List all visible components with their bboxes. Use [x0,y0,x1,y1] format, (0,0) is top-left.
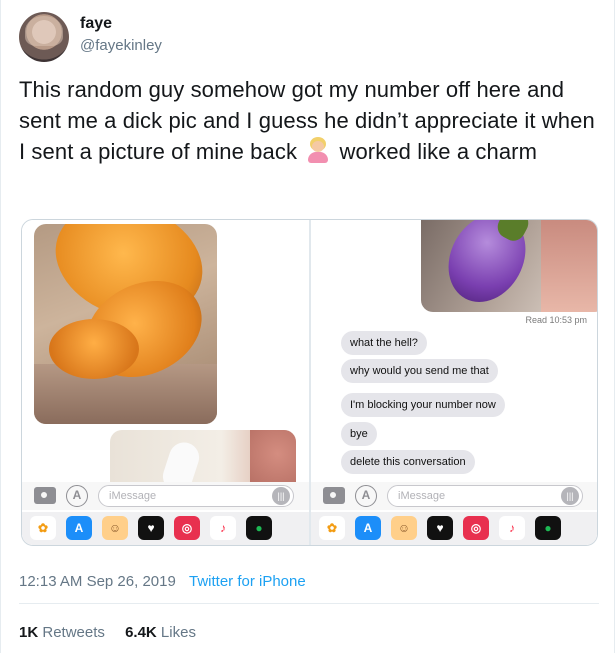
appstore-app-icon: A [355,516,381,540]
tweet-stats: 1K Retweets 6.4K Likes [19,624,196,641]
tweet-meta: 12:13 AM Sep 26, 2019 Twitter for iPhone [19,573,306,590]
screenshot-left: A iMessage ||| ✿ A ☺ ♥ ◎ ♪ ● [22,220,310,545]
read-receipt: Read 10:53 pm [525,315,587,325]
message-bubble: delete this conversation [341,450,475,474]
eggplant-photo [421,220,597,312]
tweet-date[interactable]: Sep 26, 2019 [87,573,176,590]
croissant-photo [34,224,217,424]
photos-app-icon: ✿ [30,516,56,540]
camera-icon [323,487,345,504]
memoji-app-icon: ☺ [102,516,128,540]
spotify-app-icon: ● [246,516,272,540]
retweets-stat[interactable]: 1K Retweets [19,624,105,641]
camera-icon [34,487,56,504]
likes-label: Likes [160,624,196,641]
app-store-icon: A [355,485,377,507]
memoji-app-icon: ☺ [391,516,417,540]
music-app-icon: ♪ [499,516,525,540]
tweet-source[interactable]: Twitter for iPhone [189,573,306,590]
user-handle[interactable]: @fayekinley [80,37,162,54]
appstore-app-icon: A [66,516,92,540]
imessage-field: iMessage [98,485,294,507]
message-bubble: bye [341,422,377,446]
tweet-card: faye @fayekinley This random guy somehow… [0,0,615,653]
message-bubble: why would you send me that [341,359,498,383]
audio-icon: ||| [561,487,579,505]
retweets-count: 1K [19,624,39,641]
digital-touch-icon: ♥ [138,516,164,540]
digital-touch-icon: ♥ [427,516,453,540]
search-images-icon: ◎ [174,516,200,540]
music-app-icon: ♪ [210,516,236,540]
audio-icon: ||| [272,487,290,505]
message-bubble: what the hell? [341,331,427,355]
app-store-icon: A [66,485,88,507]
tweet-text-part-2: worked like a charm [333,139,538,164]
imessage-field: iMessage [387,485,583,507]
blurred-photo [110,430,296,490]
divider [19,603,599,604]
tweet-image[interactable]: A iMessage ||| ✿ A ☺ ♥ ◎ ♪ ● Read 10:53 … [21,219,598,546]
screenshot-right: Read 10:53 pm what the hell? why would y… [311,220,597,545]
retweets-label: Retweets [42,624,105,641]
likes-stat[interactable]: 6.4K Likes [125,624,196,641]
search-images-icon: ◎ [463,516,489,540]
tweet-time[interactable]: 12:13 AM [19,573,82,590]
photos-app-icon: ✿ [319,516,345,540]
likes-count: 6.4K [125,624,157,641]
tweet-text: This random guy somehow got my number of… [19,74,599,167]
avatar[interactable] [19,12,69,62]
spotify-app-icon: ● [535,516,561,540]
display-name[interactable]: faye [80,15,112,33]
message-bubble: I'm blocking your number now [341,393,505,417]
woman-shrugging-emoji-icon [305,137,331,163]
